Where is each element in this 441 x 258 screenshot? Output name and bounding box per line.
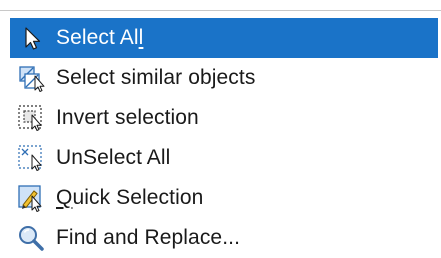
menu-item-label: UnSelect All [56,146,171,169]
unselect-all-icon [16,143,46,173]
cursor-arrow-icon [16,23,46,53]
menu-item-label: Select similar objects [56,66,256,89]
menu-item-invert-selection[interactable]: Invert selection [10,98,438,138]
context-menu: Select All Select similar objects Invert… [0,0,441,258]
menu-item-label: Invert selection [56,106,199,129]
menu-top-border [0,10,441,11]
magnifier-icon [16,223,46,253]
menu-item-label: Quick Selection [56,186,204,209]
select-similar-icon [16,63,46,93]
menu-item-unselect-all[interactable]: UnSelect All [10,138,438,178]
menu-item-select-all[interactable]: Select All [10,18,438,58]
menu-item-quick-selection[interactable]: Quick Selection [10,178,438,218]
menu-item-find-and-replace[interactable]: Find and Replace... [10,218,438,258]
menu-item-label: Select All [56,26,144,49]
quick-selection-icon [16,183,46,213]
invert-selection-icon [16,103,46,133]
menu-item-label: Find and Replace... [56,226,241,249]
menu-item-select-similar-objects[interactable]: Select similar objects [10,58,438,98]
